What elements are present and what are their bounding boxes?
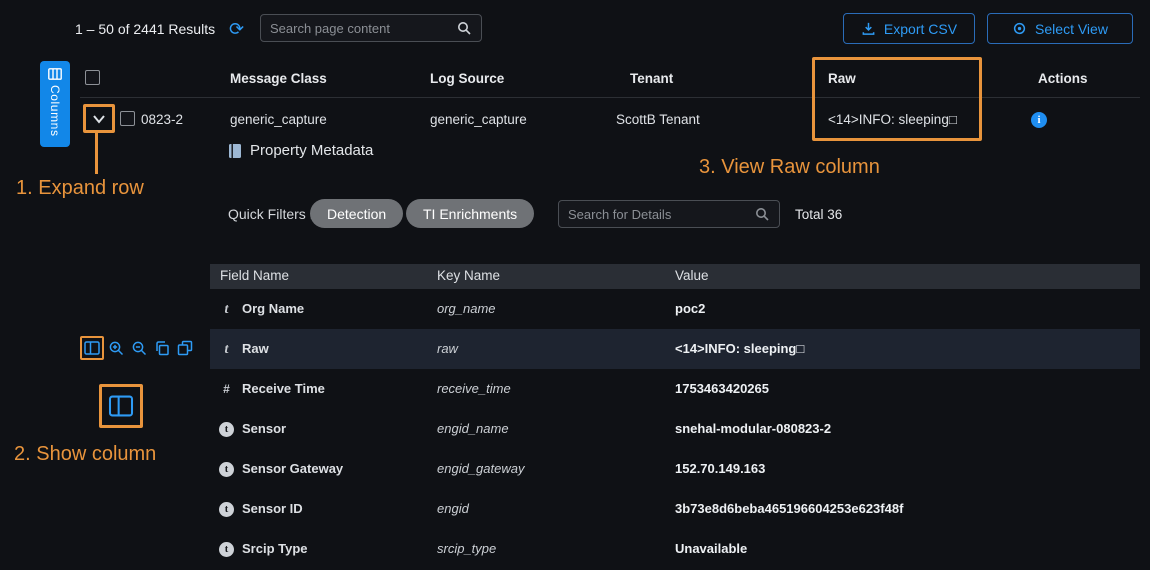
export-csv-button[interactable]: Export CSV [843, 13, 975, 44]
book-icon [228, 143, 242, 159]
column-header-actions: Actions [1038, 71, 1088, 86]
raw-column-highlight-box [812, 57, 982, 141]
detail-row-srcip-type[interactable]: t Srcip Type srcip_type Unavailable [210, 529, 1140, 569]
columns-button[interactable]: Columns [40, 61, 70, 147]
detail-key-name: srcip_type [437, 529, 496, 569]
property-metadata-title: Property Metadata [228, 142, 373, 159]
detail-value: snehal-modular-080823-2 [675, 409, 831, 449]
detail-row-receive-time[interactable]: # Receive Time receive_time 175346342026… [210, 369, 1140, 409]
expand-row-chevron[interactable] [83, 104, 115, 133]
number-type-icon: # [219, 382, 234, 397]
results-count: 1 – 50 of 2441 Results [75, 21, 215, 37]
text-circle-type-icon: t [219, 462, 234, 477]
detail-key-name: receive_time [437, 369, 511, 409]
row-id: 0823-2 [141, 112, 183, 127]
zoom-out-icon[interactable] [131, 340, 148, 357]
select-view-label: Select View [1035, 21, 1108, 37]
detail-key-name: raw [437, 329, 458, 369]
select-all-checkbox[interactable] [85, 70, 100, 85]
details-total-count: Total 36 [795, 207, 842, 222]
columns-icon-large [108, 395, 134, 417]
details-header-value: Value [675, 268, 709, 283]
detail-row-sensor[interactable]: t Sensor engid_name snehal-modular-08082… [210, 409, 1140, 449]
show-column-tool-large[interactable] [99, 384, 143, 428]
detail-field-name: Sensor [242, 409, 286, 449]
chevron-down-icon [91, 112, 107, 126]
details-search-icon [754, 206, 770, 222]
column-header-tenant[interactable]: Tenant [630, 71, 673, 86]
detail-field-name: Srcip Type [242, 529, 308, 569]
details-table-header: Field Name Key Name Value [210, 264, 1140, 289]
details-search-input[interactable] [568, 207, 748, 222]
detail-value: <14>INFO: sleeping□ [675, 329, 804, 369]
quick-filters-label: Quick Filters : [228, 206, 314, 222]
details-header-key-name: Key Name [437, 268, 500, 283]
text-type-icon: t [219, 302, 234, 317]
table-columns-icon [48, 68, 62, 80]
column-header-log-source[interactable]: Log Source [430, 71, 504, 86]
column-header-message-class[interactable]: Message Class [230, 71, 327, 86]
detail-field-name: Sensor Gateway [242, 449, 343, 489]
column-header-raw[interactable]: Raw [828, 71, 856, 86]
property-metadata-label: Property Metadata [250, 142, 373, 159]
detail-key-name: engid [437, 489, 469, 529]
row-log-source: generic_capture [430, 112, 527, 127]
copy-row-icon[interactable] [177, 340, 193, 356]
refresh-icon[interactable]: ⟳ [229, 20, 244, 38]
detail-field-name: Receive Time [242, 369, 325, 409]
text-circle-type-icon: t [219, 502, 234, 517]
detail-field-name: Raw [242, 329, 269, 369]
search-icon [456, 20, 472, 36]
row-tenant: ScottB Tenant [616, 112, 700, 127]
copy-icon[interactable] [154, 340, 170, 356]
detail-row-sensor-id[interactable]: t Sensor ID engid 3b73e8d6beba4651966042… [210, 489, 1140, 529]
text-circle-type-icon: t [219, 422, 234, 437]
select-view-button[interactable]: Select View [987, 13, 1133, 44]
view-icon [1012, 21, 1027, 36]
detail-value: poc2 [675, 289, 705, 329]
filter-detection-pill[interactable]: Detection [310, 199, 403, 228]
detail-value: 152.70.149.163 [675, 449, 765, 489]
detail-value: 3b73e8d6beba465196604253e623f48f [675, 489, 903, 529]
detail-row-sensor-gateway[interactable]: t Sensor Gateway engid_gateway 152.70.14… [210, 449, 1140, 489]
details-header-field-name: Field Name [220, 268, 289, 283]
detail-value: 1753463420265 [675, 369, 769, 409]
row-checkbox[interactable] [120, 111, 135, 126]
annotation-pointer-line [95, 133, 98, 174]
page-search-input[interactable] [270, 21, 450, 36]
zoom-in-icon[interactable] [108, 340, 125, 357]
detail-key-name: engid_name [437, 409, 509, 449]
text-circle-type-icon: t [219, 542, 234, 557]
page-search-box [260, 14, 482, 42]
annotation-view-raw-column: 3. View Raw column [699, 156, 880, 179]
download-icon [861, 21, 876, 36]
row-raw-value: <14>INFO: sleeping□ [828, 112, 957, 127]
show-column-tool-boxed[interactable] [80, 336, 104, 360]
detail-key-name: org_name [437, 289, 496, 329]
row-message-class: generic_capture [230, 112, 327, 127]
filter-ti-enrichments-pill[interactable]: TI Enrichments [406, 199, 534, 228]
columns-button-label: Columns [48, 85, 62, 137]
columns-icon [84, 341, 100, 355]
detail-field-name: Org Name [242, 289, 304, 329]
header-divider [80, 97, 1140, 98]
text-type-icon: t [219, 342, 234, 357]
export-csv-label: Export CSV [884, 21, 957, 37]
detail-row-raw[interactable]: t Raw raw <14>INFO: sleeping□ [210, 329, 1140, 369]
detail-row-org-name[interactable]: t Org Name org_name poc2 [210, 289, 1140, 329]
detail-key-name: engid_gateway [437, 449, 524, 489]
annotation-show-column: 2. Show column [14, 443, 156, 466]
annotation-expand-row: 1. Expand row [16, 177, 144, 200]
detail-value: Unavailable [675, 529, 747, 569]
details-table-body: t Org Name org_name poc2 t Raw raw <14>I… [210, 289, 1140, 570]
detail-field-name: Sensor ID [242, 489, 303, 529]
info-icon[interactable]: i [1031, 112, 1047, 128]
details-search-box [558, 200, 780, 228]
